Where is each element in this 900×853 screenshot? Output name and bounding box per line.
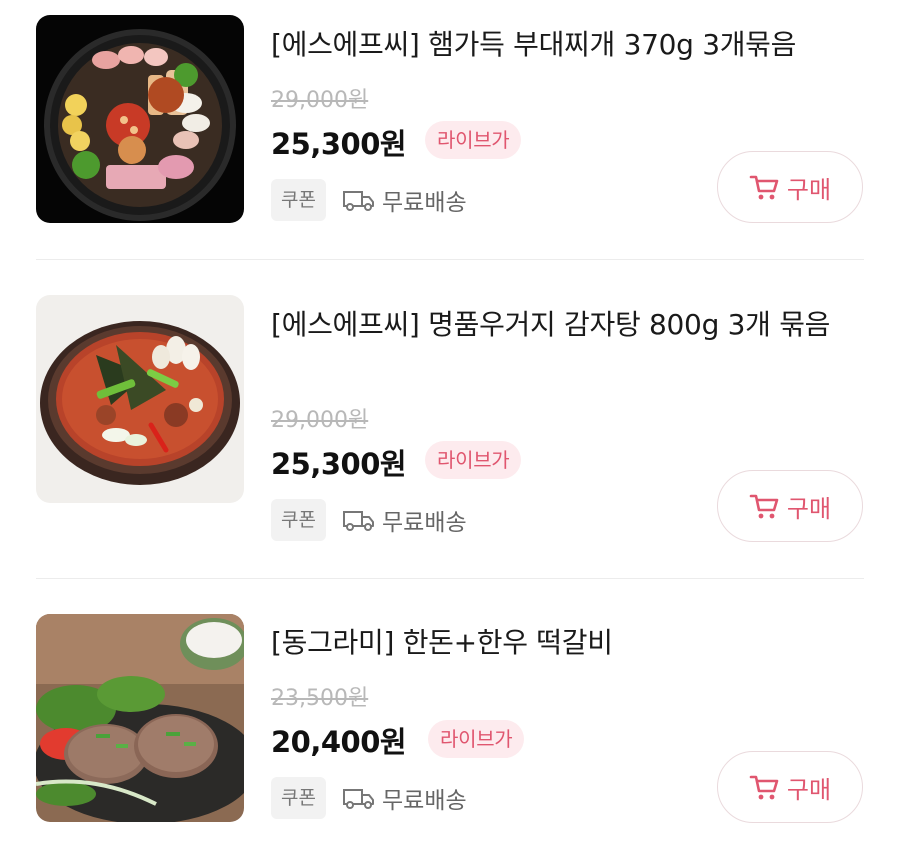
buy-label: 구매	[786, 175, 832, 204]
divider	[36, 259, 864, 260]
buy-button[interactable]: 구매	[717, 751, 863, 823]
sale-price: 25,300원	[271, 127, 407, 161]
truck-icon	[343, 191, 374, 211]
original-price: 29,000원	[271, 408, 369, 433]
truck-icon	[343, 789, 374, 809]
product-image[interactable]	[36, 15, 244, 223]
coupon-badge: 쿠폰	[271, 499, 326, 541]
delivery-label: 무료배송	[382, 190, 467, 216]
cart-icon	[749, 775, 779, 800]
sale-price: 25,300원	[271, 447, 407, 481]
live-price-badge: 라이브가	[428, 720, 525, 758]
buy-label: 구매	[786, 775, 832, 804]
truck-icon	[343, 511, 374, 531]
product-title[interactable]: [에스에프씨] 명품우거지 감자탕 800g 3개 묶음	[271, 303, 861, 347]
delivery-label: 무료배송	[382, 510, 467, 536]
product-image[interactable]	[36, 295, 244, 503]
delivery-label: 무료배송	[382, 788, 467, 814]
free-delivery: 무료배송	[342, 499, 467, 541]
original-price: 29,000원	[271, 88, 369, 113]
budae-jjigae-photo	[36, 15, 244, 223]
free-delivery: 무료배송	[342, 179, 467, 221]
tteokgalbi-photo	[36, 614, 244, 822]
cart-icon	[749, 494, 779, 519]
free-delivery: 무료배송	[342, 777, 467, 819]
divider	[36, 578, 864, 579]
sale-price: 20,400원	[271, 725, 407, 759]
buy-label: 구매	[786, 494, 832, 523]
product-title[interactable]: [에스에프씨] 햄가득 부대찌개 370g 3개묶음	[271, 23, 871, 67]
coupon-badge: 쿠폰	[271, 179, 326, 221]
product-image[interactable]	[36, 614, 244, 822]
gamjatang-photo	[36, 295, 244, 503]
buy-button[interactable]: 구매	[717, 151, 863, 223]
live-price-badge: 라이브가	[425, 121, 522, 159]
original-price: 23,500원	[271, 686, 369, 711]
product-title[interactable]: [동그라미] 한돈+한우 떡갈비	[271, 621, 871, 665]
cart-icon	[749, 175, 779, 200]
buy-button[interactable]: 구매	[717, 470, 863, 542]
coupon-badge: 쿠폰	[271, 777, 326, 819]
live-price-badge: 라이브가	[425, 441, 522, 479]
